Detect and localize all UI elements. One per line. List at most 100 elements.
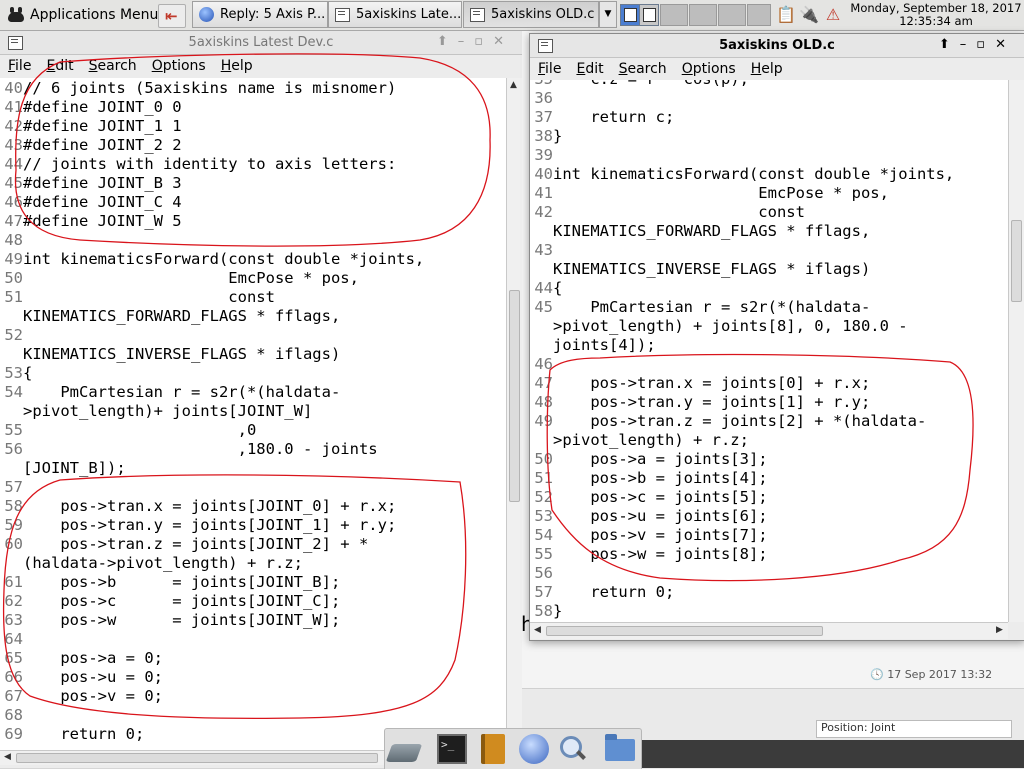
code-line: 64: [0, 630, 506, 649]
window-controls[interactable]: ⬆–▫✕: [437, 34, 514, 49]
workspace-2[interactable]: [639, 4, 659, 26]
workspace-1[interactable]: [620, 4, 640, 26]
title-bar[interactable]: 5axiskins Latest Dev.c ⬆–▫✕: [0, 31, 522, 55]
code-line: KINEMATICS_INVERSE_FLAGS * iflags): [530, 260, 1008, 279]
line-number: 44: [534, 279, 553, 297]
scrollbar-thumb[interactable]: [16, 753, 378, 763]
menu-help[interactable]: Help: [221, 58, 253, 74]
scrollbar-thumb[interactable]: [546, 626, 823, 636]
vertical-scrollbar[interactable]: [1008, 80, 1024, 622]
code-text: pos->a = 0;: [23, 649, 163, 667]
code-text: #define JOINT_W 5: [23, 212, 182, 230]
menu-help[interactable]: Help: [751, 61, 783, 77]
title-bar[interactable]: 5axiskins OLD.c ⬆–▫✕: [530, 34, 1024, 58]
code-text: pos->a = joints[3];: [553, 450, 768, 468]
code-text: pos->tran.z = joints[JOINT_2] + *: [23, 535, 369, 553]
line-number: 47: [534, 374, 553, 392]
code-line: 56 ,180.0 - joints: [0, 440, 506, 459]
code-line: 53 pos->u = joints[6];: [530, 507, 1008, 526]
folder-icon[interactable]: [605, 734, 635, 761]
task-list-dropdown[interactable]: ▼: [599, 1, 617, 28]
code-line: 49int kinematicsForward(const double *jo…: [0, 250, 506, 269]
line-number: 59: [4, 516, 23, 534]
editor-window-icon: [335, 7, 350, 22]
code-text: int kinematicsForward(const double *join…: [23, 250, 425, 268]
code-line: >pivot_length) + joints[8], 0, 180.0 -: [530, 317, 1008, 336]
line-number: 40: [534, 165, 553, 183]
code-line: 54 pos->v = joints[7];: [530, 526, 1008, 545]
code-text: pos->w = joints[JOINT_W];: [23, 611, 341, 629]
line-number: 37: [534, 108, 553, 126]
horizontal-scrollbar[interactable]: ◀ ▶: [530, 622, 1008, 639]
search-magnifier-icon[interactable]: [557, 734, 587, 764]
workspace-6[interactable]: [747, 4, 771, 26]
applications-menu-button[interactable]: Applications Menu: [2, 2, 162, 28]
scroll-left-icon[interactable]: ◀: [4, 752, 11, 762]
menu-edit[interactable]: Edit: [46, 58, 73, 74]
code-line: 45 PmCartesian r = s2r(*(haldata-: [530, 298, 1008, 317]
quick-launch-button[interactable]: ⇤: [158, 4, 186, 28]
workspace-5[interactable]: [718, 4, 746, 26]
line-number: 46: [4, 193, 23, 211]
mouse-icon: [6, 6, 26, 24]
window-controls[interactable]: ⬆–▫✕: [939, 37, 1016, 52]
vertical-scrollbar[interactable]: ▲: [506, 78, 522, 750]
scrollbar-thumb[interactable]: [509, 290, 520, 502]
code-text: pos->w = joints[8];: [553, 545, 768, 563]
position-field: Position: Joint: [816, 720, 1012, 738]
notes-book-icon[interactable]: [481, 734, 505, 764]
line-number: 69: [4, 725, 23, 743]
code-text: EmcPose * pos,: [23, 269, 359, 287]
code-line: 50 pos->a = joints[3];: [530, 450, 1008, 469]
code-line: 52 pos->c = joints[5];: [530, 488, 1008, 507]
code-text: pos->b = joints[4];: [553, 469, 768, 487]
code-editor[interactable]: 40// 6 joints (5axiskins name is misnome…: [0, 78, 506, 751]
menu-search[interactable]: Search: [619, 61, 667, 77]
line-number: 61: [4, 573, 23, 591]
scroll-left-icon[interactable]: ◀: [534, 625, 541, 635]
task-label: Reply: 5 Axis P...: [220, 7, 326, 22]
drive-icon[interactable]: [385, 744, 423, 762]
menu-edit[interactable]: Edit: [576, 61, 603, 77]
scrollbar-thumb[interactable]: [1011, 220, 1022, 302]
workspace-4[interactable]: [689, 4, 717, 26]
menu-file[interactable]: File: [538, 61, 561, 77]
menu-bar: File Edit Search Options Help: [530, 58, 1024, 80]
task-latest-dev[interactable]: 5axiskins Late...: [328, 1, 462, 28]
code-line: >pivot_length) + r.z;: [530, 431, 1008, 450]
code-editor[interactable]: 35 c.z = r * cos(p);3637 return c;38}394…: [530, 80, 1008, 622]
code-line: 38}: [530, 127, 1008, 146]
clock[interactable]: Monday, September 18, 2017 12:35:34 am: [850, 2, 1022, 28]
line-number: 45: [4, 174, 23, 192]
task-old-c[interactable]: 5axiskins OLD.c: [463, 1, 599, 28]
warning-icon[interactable]: ⚠: [822, 4, 844, 26]
code-line: 40int kinematicsForward(const double *jo…: [530, 165, 1008, 184]
line-number: 52: [534, 488, 553, 506]
code-line: 51 pos->b = joints[4];: [530, 469, 1008, 488]
line-number: 39: [534, 146, 553, 164]
menu-search[interactable]: Search: [89, 58, 137, 74]
network-icon[interactable]: 🔌: [798, 4, 820, 26]
code-line: 43: [530, 241, 1008, 260]
code-line: 65 pos->a = 0;: [0, 649, 506, 668]
terminal-icon[interactable]: >_: [437, 734, 467, 764]
workspace-3[interactable]: [660, 4, 688, 26]
clipboard-icon[interactable]: 📋: [775, 4, 797, 26]
code-line: >pivot_length)+ joints[JOINT_W]: [0, 402, 506, 421]
code-line: 59 pos->tran.y = joints[JOINT_1] + r.y;: [0, 516, 506, 535]
chevron-down-icon: ▼: [604, 9, 612, 19]
line-number: 66: [4, 668, 23, 686]
task-label: 5axiskins Late...: [356, 7, 462, 22]
line-number: 55: [4, 421, 23, 439]
code-text: return c;: [553, 108, 675, 126]
web-browser-icon[interactable]: [519, 734, 549, 764]
line-number: 56: [534, 564, 553, 582]
menu-file[interactable]: File: [8, 58, 31, 74]
menu-options[interactable]: Options: [682, 61, 736, 77]
menu-options[interactable]: Options: [152, 58, 206, 74]
scroll-right-icon[interactable]: ▶: [996, 625, 1003, 635]
task-reply-email[interactable]: Reply: 5 Axis P...: [192, 1, 328, 28]
scroll-up-icon[interactable]: ▲: [510, 80, 517, 90]
code-line: 53{: [0, 364, 506, 383]
window-thumbnail-icon: [643, 8, 656, 22]
